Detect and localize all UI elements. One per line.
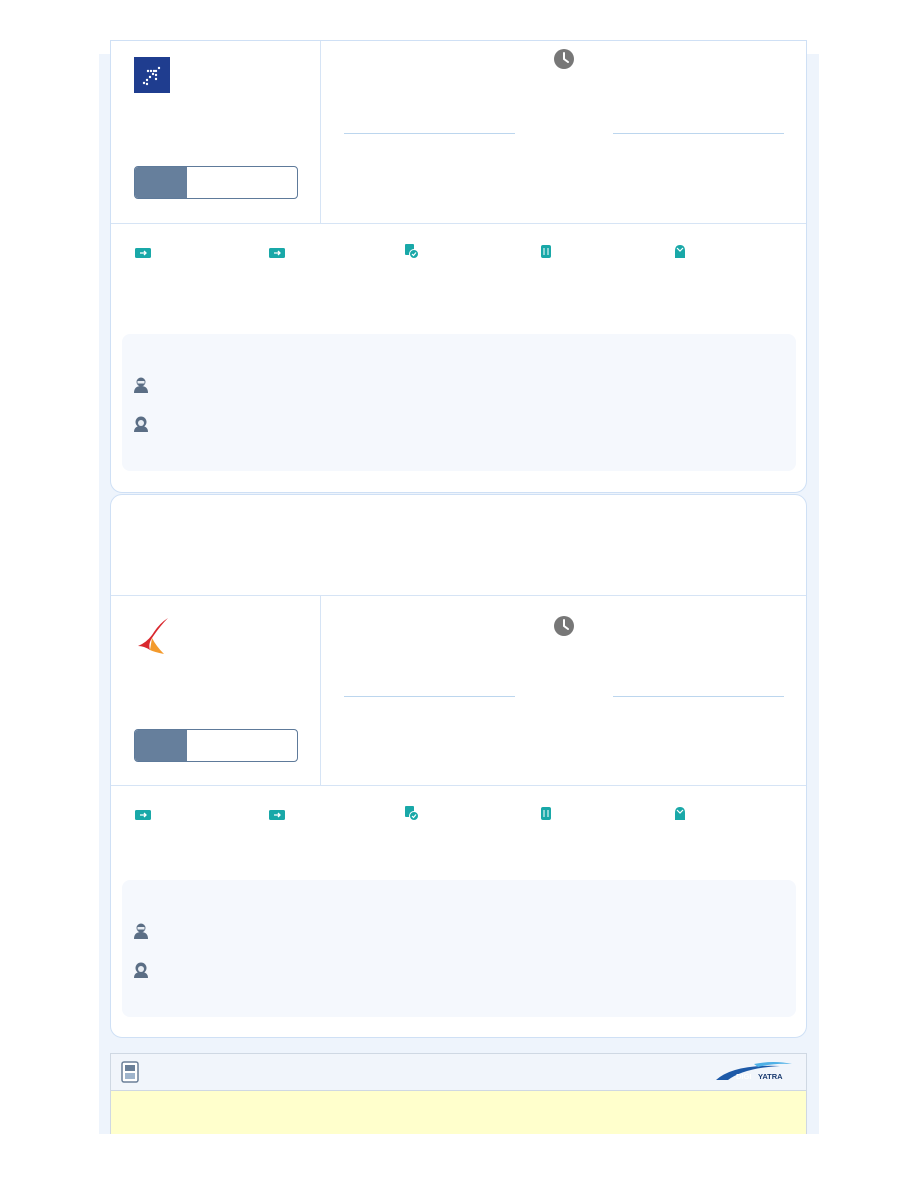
svg-text:YATRA: YATRA	[758, 1072, 783, 1081]
clock-icon	[554, 49, 574, 69]
indigo-logo-icon	[134, 57, 170, 93]
digi-yatra-banner: DIGI YATRA	[110, 1053, 807, 1091]
ticket-icon	[135, 248, 151, 258]
passenger-list	[122, 334, 796, 471]
ticket-icon	[269, 248, 285, 258]
adult-female-icon	[134, 962, 148, 978]
route-line-right	[613, 133, 784, 134]
luggage-icon	[541, 245, 551, 258]
fare-toggle-unselected[interactable]	[187, 167, 297, 198]
ticket-icon	[269, 810, 285, 820]
fare-type-toggle[interactable]	[134, 729, 298, 762]
seat-icon	[675, 245, 685, 258]
section-divider	[111, 223, 806, 224]
fare-type-toggle[interactable]	[134, 166, 298, 199]
adult-male-icon	[134, 377, 148, 393]
fare-toggle-selected[interactable]	[135, 730, 187, 761]
card-divider	[320, 41, 321, 223]
fare-toggle-selected[interactable]	[135, 167, 187, 198]
section-divider	[111, 595, 806, 596]
route-line-left	[344, 696, 515, 697]
flight-card-2	[110, 494, 807, 1038]
calendar-check-icon	[405, 806, 419, 821]
calendar-check-icon	[405, 244, 419, 259]
luggage-icon	[541, 807, 551, 820]
app-download-icon[interactable]	[121, 1061, 139, 1083]
digi-yatra-logo: DIGI YATRA	[716, 1062, 792, 1081]
ticket-icon	[135, 810, 151, 820]
digi-yatra-note	[110, 1091, 807, 1134]
clock-icon	[554, 616, 574, 636]
fare-toggle-unselected[interactable]	[187, 730, 297, 761]
flight-card-1	[110, 40, 807, 493]
air-india-logo-icon	[138, 618, 168, 654]
route-line-right	[613, 696, 784, 697]
adult-male-icon	[134, 923, 148, 939]
route-line-left	[344, 133, 515, 134]
seat-icon	[675, 807, 685, 820]
section-divider	[111, 785, 806, 786]
passenger-list	[122, 880, 796, 1017]
svg-text:DIGI: DIGI	[736, 1072, 751, 1081]
card-divider	[320, 595, 321, 785]
adult-female-icon	[134, 416, 148, 432]
